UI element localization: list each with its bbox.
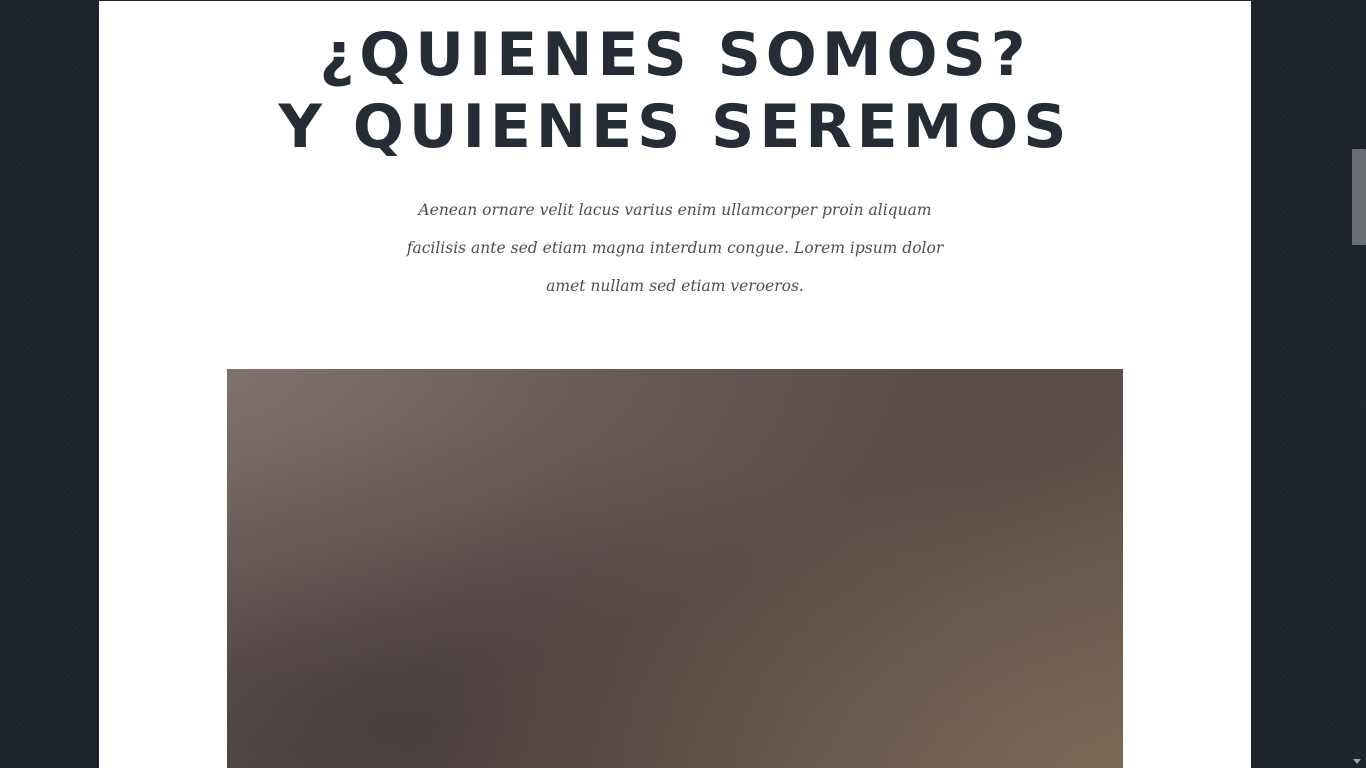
scroll-down-arrow-icon[interactable] [1353,759,1361,764]
lead-text-line-2: facilisis ante sed etiam magna interdum … [406,239,944,257]
section-heading-line-2: Y QUIENES SEREMOS [278,92,1072,162]
section-heading-line-1: ¿QUIENES SOMOS? [319,20,1031,90]
section-lead-text: Aenean ornare velit lacus varius enim ul… [405,191,945,305]
section-heading: ¿QUIENES SOMOS? Y QUIENES SEREMOS [99,19,1251,163]
lead-text-line-3: amet nullam sed etiam veroeros. [546,277,804,295]
content-panel: ¿QUIENES SOMOS? Y QUIENES SEREMOS Aenean… [99,1,1251,768]
scrollbar-thumb[interactable] [1352,149,1366,245]
page-scrollbar[interactable] [1349,0,1366,768]
lead-text-line-1: Aenean ornare velit lacus varius enim ul… [418,201,932,219]
featured-image [227,369,1123,768]
